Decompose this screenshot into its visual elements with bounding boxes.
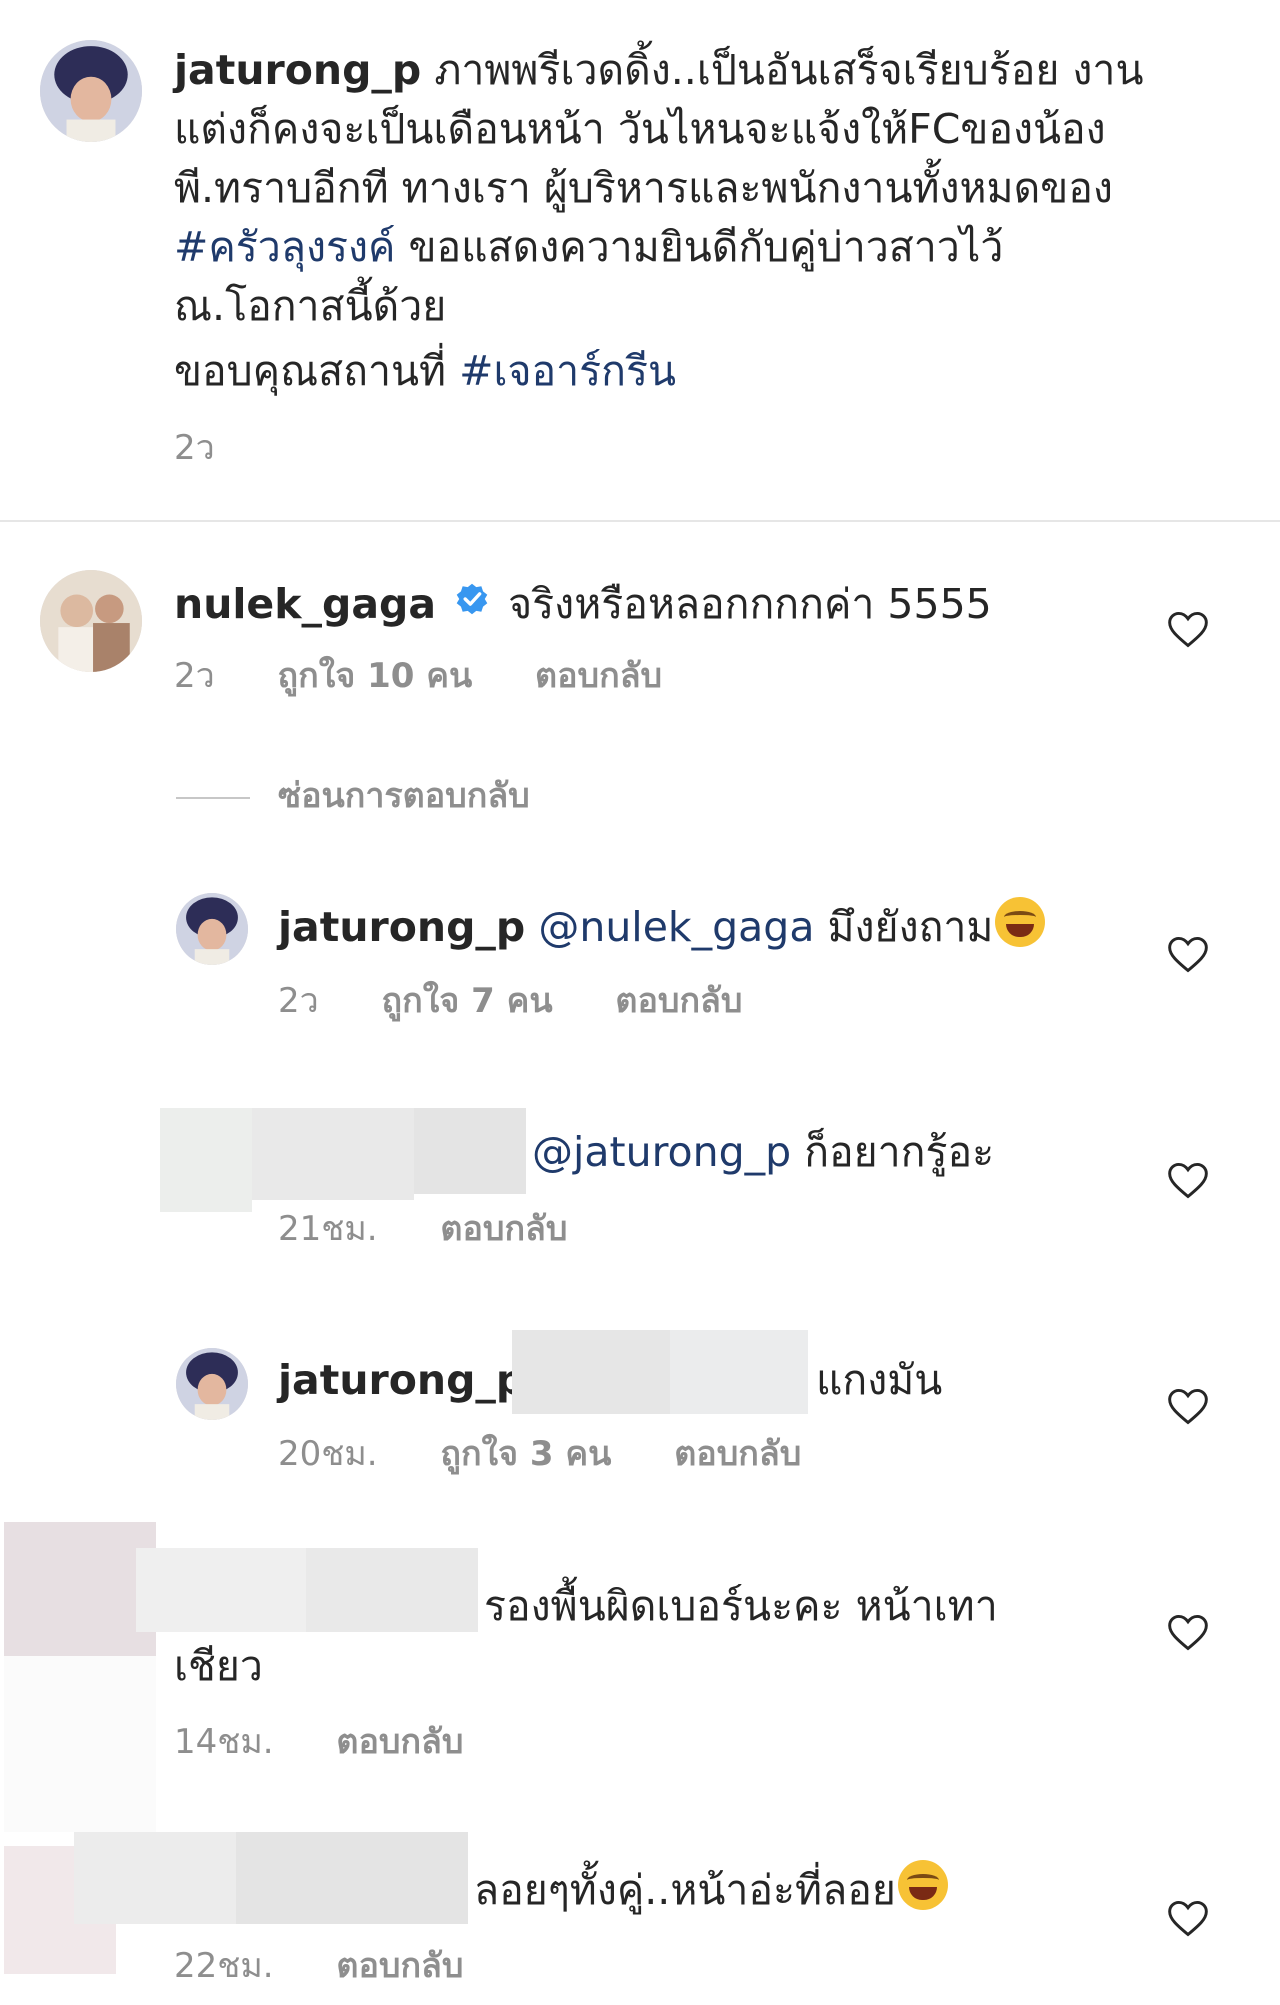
reply-timestamp: 20ชม. bbox=[278, 1434, 378, 1474]
caption-line-3: พี.ทราบอีกที ทางเรา ผู้บริหารและพนักงานท… bbox=[174, 164, 1113, 212]
reply-button[interactable]: ตอบกลับ bbox=[615, 981, 742, 1021]
likes-count[interactable]: ถูกใจ 3 คน bbox=[440, 1434, 611, 1474]
tears-of-joy-emoji-icon bbox=[897, 1860, 948, 1910]
comment-text: nulek_gaga จริงหรือหลอกกกกค่า 5555 bbox=[174, 572, 992, 634]
hide-replies-line bbox=[176, 797, 250, 799]
reply-text-body: แกงมัน bbox=[816, 1356, 943, 1404]
hashtag-link[interactable]: #ครัวลุงรงค์ bbox=[174, 223, 395, 271]
caption-username[interactable]: jaturong_p bbox=[174, 46, 421, 94]
comment-text: รองพื้นผิดเบอร์นะคะ หน้าเทา bbox=[484, 1582, 998, 1630]
censored-username bbox=[236, 1832, 468, 1924]
heart-icon[interactable] bbox=[1166, 1896, 1210, 1940]
comment-meta: 22ชม. ตอบกลับ bbox=[174, 1946, 515, 1986]
reply-button[interactable]: ตอบกลับ bbox=[336, 1722, 463, 1762]
censored-avatar bbox=[4, 1522, 156, 1656]
reply-avatar[interactable] bbox=[176, 1348, 248, 1420]
divider bbox=[0, 520, 1280, 522]
heart-icon[interactable] bbox=[1166, 932, 1210, 976]
heart-icon[interactable] bbox=[1166, 607, 1210, 651]
reply-username[interactable]: jaturong_p bbox=[278, 903, 525, 951]
caption-line-2: แต่งก็คงจะเป็นเดือนหน้า วันไหนจะแจ้งให้F… bbox=[174, 105, 1106, 153]
avatar-image bbox=[176, 893, 248, 965]
avatar-image bbox=[40, 570, 142, 672]
avatar-image bbox=[176, 1348, 248, 1420]
mention-link[interactable]: @nulek_gaga bbox=[538, 903, 814, 951]
caption-avatar[interactable] bbox=[40, 40, 142, 142]
caption-line-1: jaturong_p ภาพพรีเวดดิ้ง..เป็นอันเสร็จเร… bbox=[174, 46, 1144, 94]
avatar-image bbox=[40, 40, 142, 142]
censored-username bbox=[136, 1548, 306, 1632]
comment-timestamp: 22ชม. bbox=[174, 1946, 274, 1986]
comment-avatar[interactable] bbox=[40, 570, 142, 672]
reply-avatar[interactable] bbox=[176, 893, 248, 965]
likes-count[interactable]: ถูกใจ 10 คน bbox=[278, 656, 473, 696]
reply-button[interactable]: ตอบกลับ bbox=[440, 1209, 567, 1249]
censored-mention bbox=[670, 1330, 808, 1414]
reply-meta: 2ว ถูกใจ 7 คน ตอบกลับ bbox=[278, 981, 794, 1021]
likes-count[interactable]: ถูกใจ 7 คน bbox=[382, 981, 553, 1021]
reply-button[interactable]: ตอบกลับ bbox=[535, 656, 662, 696]
censored-username bbox=[306, 1548, 478, 1632]
comment-text: ลอยๆทั้งคู่..หน้าอ่ะที่ลอย bbox=[474, 1860, 948, 1920]
comment-text-2: เชียว bbox=[174, 1642, 263, 1690]
comment-username[interactable]: nulek_gaga bbox=[174, 580, 436, 628]
comment-timestamp: 14ชม. bbox=[174, 1722, 274, 1762]
comment-meta: 2ว ถูกใจ 10 คน ตอบกลับ bbox=[174, 656, 714, 696]
reply-text: jaturong_p bbox=[278, 1350, 525, 1410]
reply-text: @jaturong_p ก็อยากรู้อะ bbox=[532, 1128, 995, 1176]
heart-icon[interactable] bbox=[1166, 1158, 1210, 1202]
verified-badge-icon bbox=[455, 572, 489, 615]
reply-text: jaturong_p @nulek_gaga มึงยังถาม bbox=[278, 897, 1046, 957]
censored-username bbox=[74, 1832, 236, 1924]
reply-button[interactable]: ตอบกลับ bbox=[336, 1946, 463, 1986]
caption-timestamp: 2ว bbox=[174, 428, 215, 468]
reply-timestamp: 2ว bbox=[278, 981, 319, 1021]
heart-icon[interactable] bbox=[1166, 1384, 1210, 1428]
reply-meta: 20ชม. ถูกใจ 3 คน ตอบกลับ bbox=[278, 1434, 853, 1474]
reply-timestamp: 21ชม. bbox=[278, 1209, 378, 1249]
censored-avatar bbox=[4, 1656, 156, 1832]
censored-username bbox=[414, 1108, 526, 1194]
reply-button[interactable]: ตอบกลับ bbox=[674, 1434, 801, 1474]
comment-timestamp: 2ว bbox=[174, 656, 215, 696]
hide-replies-button[interactable]: ซ่อนการตอบกลับ bbox=[278, 776, 582, 816]
censored-mention bbox=[512, 1330, 670, 1414]
comment-meta: 14ชม. ตอบกลับ bbox=[174, 1722, 515, 1762]
mention-link[interactable]: @jaturong_p bbox=[532, 1128, 791, 1176]
hashtag-link[interactable]: #เจอาร์กรีน bbox=[459, 347, 676, 395]
caption-line-6: ขอบคุณสถานที่ #เจอาร์กรีน bbox=[174, 347, 677, 395]
caption-line-5: ณ.โอกาสนี้ด้วย bbox=[174, 282, 447, 330]
tears-of-joy-emoji-icon bbox=[995, 897, 1046, 947]
heart-icon[interactable] bbox=[1166, 1610, 1210, 1654]
caption-meta: 2ว bbox=[174, 428, 267, 468]
reply-meta: 21ชม. ตอบกลับ bbox=[278, 1209, 619, 1249]
reply-username[interactable]: jaturong_p bbox=[278, 1356, 525, 1404]
censored-avatar bbox=[160, 1108, 252, 1212]
caption-line-4: #ครัวลุงรงค์ ขอแสดงความยินดีกับคู่บ่าวสา… bbox=[174, 223, 1004, 271]
censored-username bbox=[252, 1108, 414, 1200]
